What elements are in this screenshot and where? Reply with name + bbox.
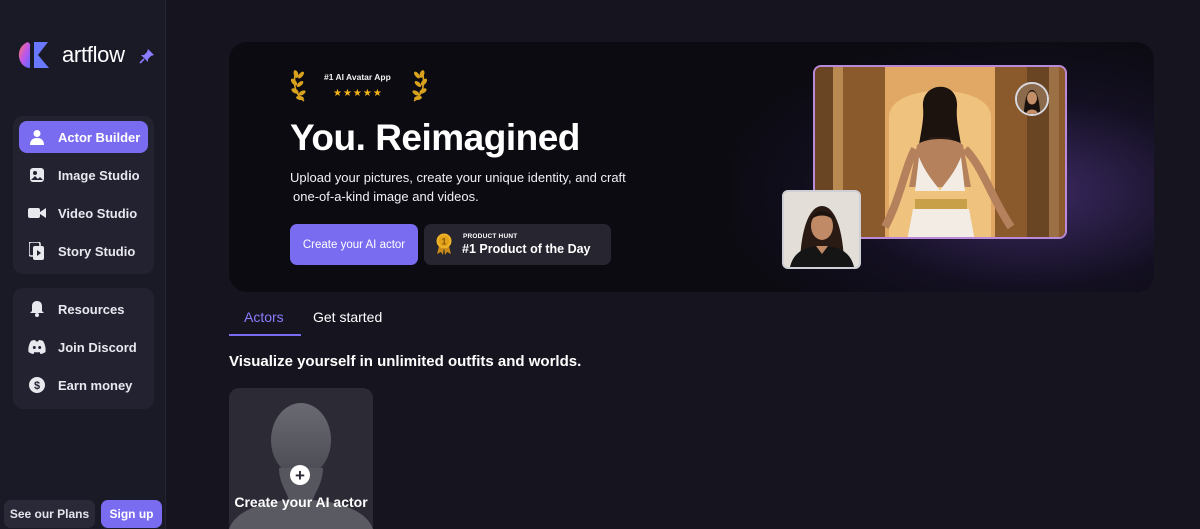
sidebar-item-resources[interactable]: Resources: [19, 293, 148, 325]
primary-nav: Actor Builder Image Studio Video Studio …: [13, 116, 154, 274]
secondary-nav: Resources Join Discord $ Earn money: [13, 288, 154, 409]
rating-stars: ★★★★★: [333, 88, 383, 99]
sidebar-item-discord[interactable]: Join Discord: [19, 331, 148, 363]
sidebar-item-actor-builder[interactable]: Actor Builder: [19, 121, 148, 153]
sidebar-item-label: Story Studio: [58, 243, 136, 259]
sidebar-item-story-studio[interactable]: Story Studio: [19, 235, 148, 267]
section-title: Visualize yourself in unlimited outfits …: [229, 353, 582, 370]
create-ai-actor-button[interactable]: Create your AI actor: [290, 224, 418, 265]
hero-description-line: Upload your pictures, create your unique…: [290, 170, 626, 185]
person-icon: [28, 128, 46, 146]
sign-up-button[interactable]: Sign up: [101, 500, 162, 528]
sidebar-item-image-studio[interactable]: Image Studio: [19, 159, 148, 191]
product-hunt-award: #1 Product of the Day: [462, 242, 591, 256]
hero-source-photo: [782, 190, 861, 269]
tab-get-started[interactable]: Get started: [301, 305, 396, 336]
content-tabs: Actors Get started: [229, 305, 396, 337]
hero-description: Upload your pictures, create your unique…: [290, 168, 650, 206]
sidebar-item-label: Join Discord: [58, 339, 137, 355]
sidebar-item-earn-money[interactable]: $ Earn money: [19, 369, 148, 401]
hero-description-line: one-of-a-kind image and videos.: [293, 189, 479, 204]
avatar[interactable]: [1015, 82, 1049, 116]
image-icon: [28, 166, 46, 184]
product-hunt-badge[interactable]: 1 PRODUCT HUNT #1 Product of the Day: [424, 224, 611, 265]
story-icon: [28, 242, 46, 260]
hero-banner: #1 AI Avatar App ★★★★★ You. Reimagined U…: [229, 42, 1154, 292]
create-actor-label: Create your AI actor: [234, 494, 368, 510]
award-text: #1 AI Avatar App: [324, 72, 391, 82]
sidebar-item-label: Earn money: [58, 377, 133, 393]
artflow-logo-icon: [18, 40, 52, 70]
discord-icon: [28, 338, 46, 356]
sidebar-item-label: Resources: [58, 301, 125, 317]
dollar-icon: $: [28, 376, 46, 394]
award-badge: #1 AI Avatar App ★★★★★: [290, 65, 430, 105]
video-camera-icon: [28, 204, 46, 222]
sidebar-item-label: Video Studio: [58, 205, 138, 221]
bell-icon: [28, 300, 46, 318]
sidebar: artflow Actor Builder Image Studio Video…: [0, 0, 166, 529]
product-hunt-label: PRODUCT HUNT: [463, 233, 518, 240]
laurel-icon: [290, 70, 428, 102]
plus-icon: +: [290, 465, 310, 485]
sidebar-item-label: Image Studio: [58, 167, 140, 183]
sidebar-item-label: Actor Builder: [58, 129, 141, 145]
hero-title: You. Reimagined: [290, 117, 580, 158]
brand-name: artflow: [62, 42, 125, 67]
medal-icon: 1: [434, 233, 454, 255]
tab-actors[interactable]: Actors: [229, 305, 301, 336]
brand-logo[interactable]: artflow: [18, 40, 125, 70]
pin-icon[interactable]: [139, 48, 155, 64]
svg-text:$: $: [34, 380, 40, 392]
sidebar-item-video-studio[interactable]: Video Studio: [19, 197, 148, 229]
see-plans-button[interactable]: See our Plans: [4, 500, 95, 528]
create-actor-card[interactable]: + Create your AI actor: [229, 388, 373, 529]
svg-text:1: 1: [441, 237, 446, 247]
